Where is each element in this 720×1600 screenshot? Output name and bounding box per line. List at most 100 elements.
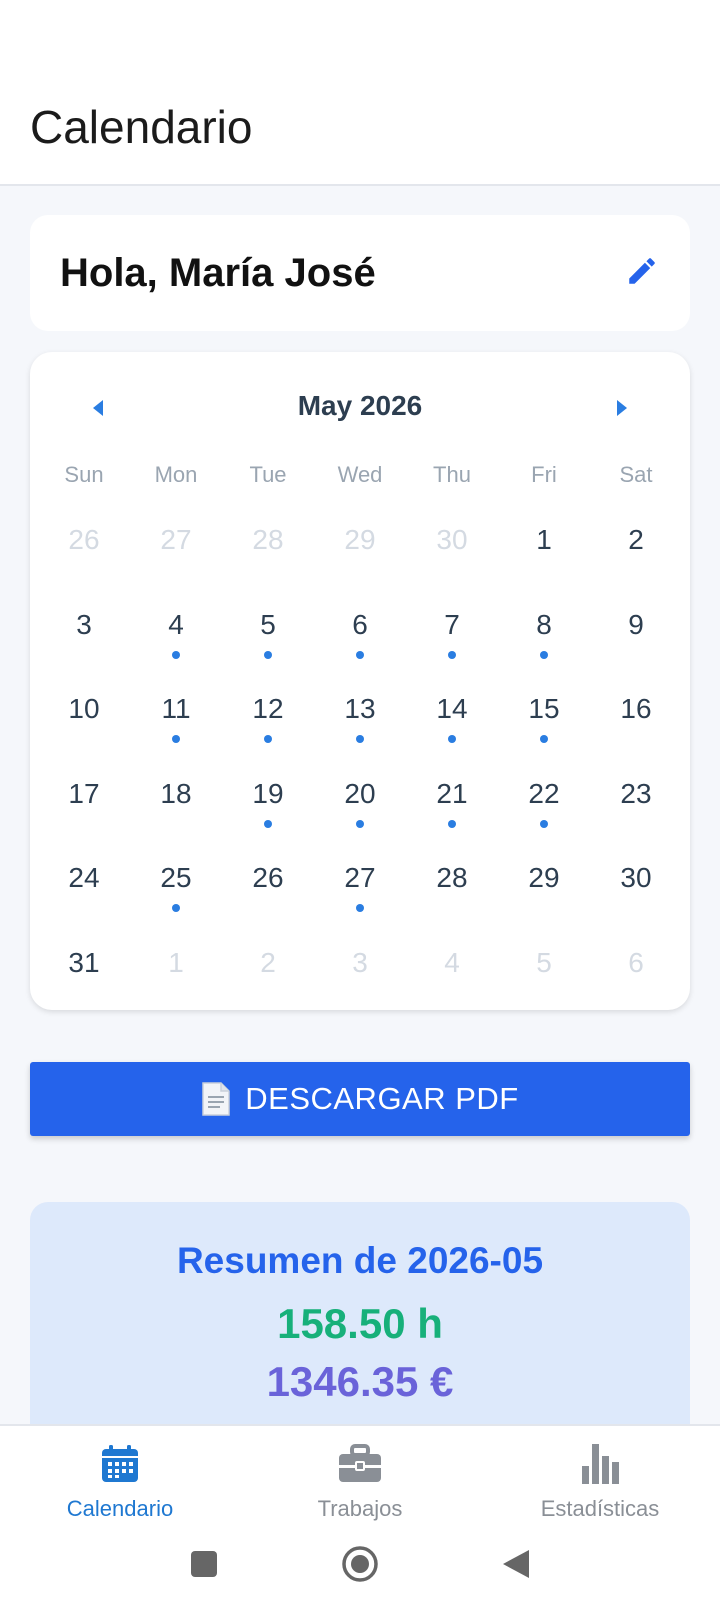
calendar-day[interactable]: 29 <box>314 502 406 587</box>
work-indicator-dot <box>264 819 272 828</box>
day-number: 11 <box>161 693 191 724</box>
calendar-day[interactable]: 28 <box>406 840 498 925</box>
calendar-day[interactable]: 12 <box>222 671 314 756</box>
calendar-day[interactable]: 16 <box>590 671 682 756</box>
work-indicator-dot <box>356 735 364 743</box>
day-number: 13 <box>344 693 376 724</box>
day-number: 29 <box>528 862 560 893</box>
document-icon <box>201 1081 231 1117</box>
work-indicator-dot <box>264 650 272 659</box>
calendar-day[interactable]: 4 <box>406 925 498 1010</box>
calendar-day[interactable]: 28 <box>222 502 314 587</box>
next-month-button[interactable] <box>602 390 642 426</box>
tab-label: Calendario <box>66 1496 174 1521</box>
edit-name-button[interactable] <box>620 249 664 293</box>
work-indicator-dot <box>448 735 456 743</box>
recents-button[interactable] <box>182 1542 226 1586</box>
day-number: 6 <box>352 608 368 640</box>
calendar-day[interactable]: 18 <box>130 756 222 841</box>
calendar-day[interactable]: 26 <box>38 502 130 587</box>
calendar-day[interactable]: 21 <box>406 756 498 841</box>
day-number: 12 <box>252 693 284 724</box>
calendar-day[interactable]: 3 <box>314 925 406 1010</box>
work-indicator-dot <box>356 819 364 828</box>
weekday-label: Wed <box>337 462 383 487</box>
app-header: Calendario <box>0 0 720 186</box>
day-number: 9 <box>628 608 644 640</box>
greeting-card: Hola, María José <box>30 215 690 331</box>
calendar-day[interactable]: 6 <box>314 587 406 672</box>
calendar-day[interactable]: 31 <box>38 925 130 1010</box>
calendar-day[interactable]: 4 <box>130 587 222 672</box>
calendar-day[interactable]: 30 <box>590 840 682 925</box>
calendar-day[interactable]: 27 <box>130 502 222 587</box>
day-number: 25 <box>160 862 192 893</box>
tab-label: Trabajos <box>317 1496 403 1521</box>
day-number: 15 <box>528 693 560 724</box>
day-number: 4 <box>168 608 184 640</box>
home-button[interactable] <box>338 1542 382 1586</box>
calendar-day[interactable]: 14 <box>406 671 498 756</box>
work-indicator-dot <box>448 650 456 659</box>
weekday-label: Sun <box>64 462 104 487</box>
tab-estadisticas[interactable]: Estadísticas <box>480 1438 720 1522</box>
calendar-day[interactable]: 26 <box>222 840 314 925</box>
calendar-day[interactable]: 22 <box>498 756 590 841</box>
calendar-day[interactable]: 1 <box>498 502 590 587</box>
calendar-day[interactable]: 30 <box>406 502 498 587</box>
day-number: 28 <box>252 524 284 555</box>
days-grid: 26 27 28 29 30 1 2 3 4 5 6 7 8 9 10 11 12 13 14 15 16 17 18 19 2… <box>38 502 682 1009</box>
tab-calendario[interactable]: Calendario <box>0 1438 240 1522</box>
calendar-day[interactable]: 7 <box>406 587 498 672</box>
day-number: 27 <box>160 524 192 555</box>
calendar-day[interactable]: 29 <box>498 840 590 925</box>
calendar-day[interactable]: 5 <box>498 925 590 1010</box>
day-number: 8 <box>536 608 552 640</box>
calendar-day[interactable]: 24 <box>38 840 130 925</box>
calendar-day[interactable]: 5 <box>222 587 314 672</box>
calendar-day[interactable]: 17 <box>38 756 130 841</box>
calendar-day[interactable]: 13 <box>314 671 406 756</box>
back-button[interactable] <box>494 1542 538 1586</box>
day-number: 22 <box>528 777 560 809</box>
calendar-day[interactable]: 15 <box>498 671 590 756</box>
day-number: 5 <box>260 608 276 640</box>
day-number: 3 <box>352 946 368 978</box>
day-number: 5 <box>536 946 552 978</box>
calendar-day[interactable]: 19 <box>222 756 314 841</box>
calendar-day[interactable]: 20 <box>314 756 406 841</box>
day-number: 16 <box>620 693 652 724</box>
calendar-day[interactable]: 3 <box>38 587 130 672</box>
weekday-label: Fri <box>531 462 557 487</box>
calendar-day[interactable]: 10 <box>38 671 130 756</box>
calendar-day[interactable]: 11 <box>130 671 222 756</box>
download-pdf-label: DESCARGAR PDF <box>245 1081 519 1116</box>
tab-trabajos[interactable]: Trabajos <box>240 1438 480 1522</box>
work-indicator-dot <box>356 650 364 659</box>
calendar-day[interactable]: 8 <box>498 587 590 672</box>
calendar-day[interactable]: 9 <box>590 587 682 672</box>
day-number: 30 <box>436 524 468 555</box>
work-indicator-dot <box>540 650 548 659</box>
calendar-day[interactable]: 27 <box>314 840 406 925</box>
summary-hours: 158.50 h <box>277 1300 443 1347</box>
system-navigation-bar <box>0 1528 720 1600</box>
calendar: May 2026 Sun Mon Tue Wed Thu Fri Sat 26 27 28 29 3… <box>30 352 690 1010</box>
day-number: 23 <box>620 777 652 809</box>
calendar-day[interactable]: 2 <box>222 925 314 1010</box>
day-number: 4 <box>444 946 460 978</box>
calendar-day[interactable]: 1 <box>130 925 222 1010</box>
calendar-day[interactable]: 2 <box>590 502 682 587</box>
monthly-summary-card: Resumen de 2026-05 158.50 h 1346.35 € <box>30 1202 690 1462</box>
calendar-day[interactable]: 6 <box>590 925 682 1010</box>
calendar-day[interactable]: 25 <box>130 840 222 925</box>
greeting-text: Hola, María José <box>60 251 376 295</box>
day-number: 18 <box>160 777 192 809</box>
calendar-day[interactable]: 23 <box>590 756 682 841</box>
calendar-icon <box>102 1445 138 1482</box>
month-label: May 2026 <box>297 390 423 421</box>
download-pdf-button[interactable]: DESCARGAR PDF <box>30 1062 690 1136</box>
day-number: 29 <box>344 524 376 555</box>
work-indicator-dot <box>540 735 548 743</box>
work-indicator-dot <box>172 904 180 912</box>
